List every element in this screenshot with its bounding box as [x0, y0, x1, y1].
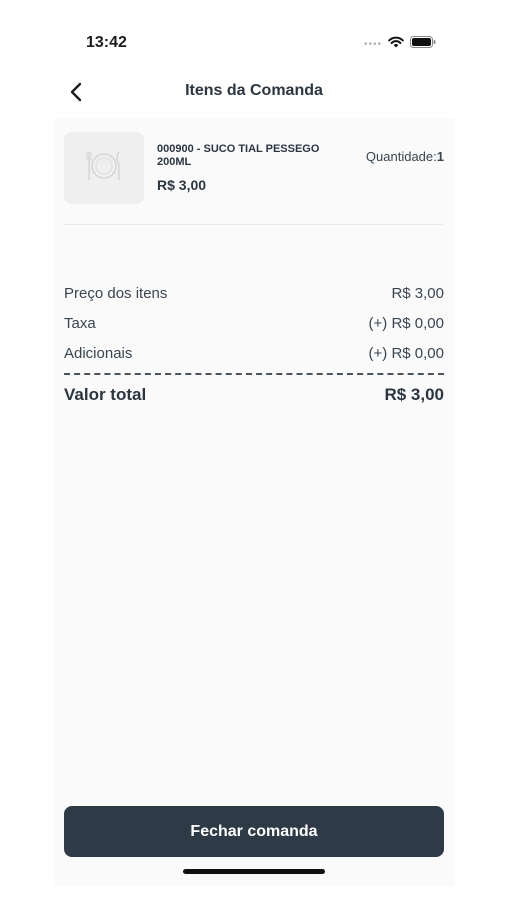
- order-summary: Preço dos itens R$ 3,00 Taxa (+) R$ 0,00…: [64, 278, 444, 405]
- summary-row-items-price: Preço dos itens R$ 3,00: [64, 278, 444, 308]
- summary-label: Preço dos itens: [64, 284, 168, 302]
- order-item[interactable]: 000900 - SUCO TIAL PESSEGO 200ML R$ 3,00…: [64, 132, 444, 208]
- summary-total: Valor total R$ 3,00: [64, 385, 444, 405]
- summary-value: (+) R$ 0,00: [368, 314, 444, 332]
- quantity-value: 1: [436, 149, 444, 164]
- total-value: R$ 3,00: [384, 385, 444, 404]
- status-icons: ••••: [364, 35, 436, 53]
- item-quantity: Quantidade:1: [366, 149, 444, 164]
- home-indicator[interactable]: [183, 869, 325, 874]
- summary-label: Taxa: [64, 314, 96, 332]
- summary-row-fee: Taxa (+) R$ 0,00: [64, 308, 444, 338]
- nav-header: Itens da Comanda: [54, 68, 454, 116]
- wifi-icon: [388, 35, 404, 53]
- page-title: Itens da Comanda: [185, 82, 323, 99]
- item-price: R$ 3,00: [157, 177, 207, 193]
- dashed-separator: [64, 373, 444, 375]
- plate-cutlery-icon: [84, 148, 124, 189]
- summary-value: (+) R$ 0,00: [368, 344, 444, 362]
- quantity-label: Quantidade:: [365, 149, 437, 164]
- status-time: 13:42: [86, 34, 127, 51]
- close-order-button[interactable]: Fechar comanda: [64, 806, 444, 857]
- signal-dots-icon: ••••: [363, 38, 382, 50]
- summary-value: R$ 3,00: [391, 284, 444, 302]
- item-thumbnail: [64, 132, 144, 204]
- item-name: 000900 - SUCO TIAL PESSEGO 200ML: [157, 143, 320, 168]
- summary-row-additionals: Adicionais (+) R$ 0,00: [64, 338, 444, 368]
- battery-icon: [410, 35, 436, 53]
- total-label: Valor total: [64, 385, 147, 404]
- divider: [64, 224, 444, 225]
- app-screen: 13:42 •••• Itens da Comanda 000900 - SUC…: [54, 0, 454, 886]
- summary-label: Adicionais: [64, 344, 133, 362]
